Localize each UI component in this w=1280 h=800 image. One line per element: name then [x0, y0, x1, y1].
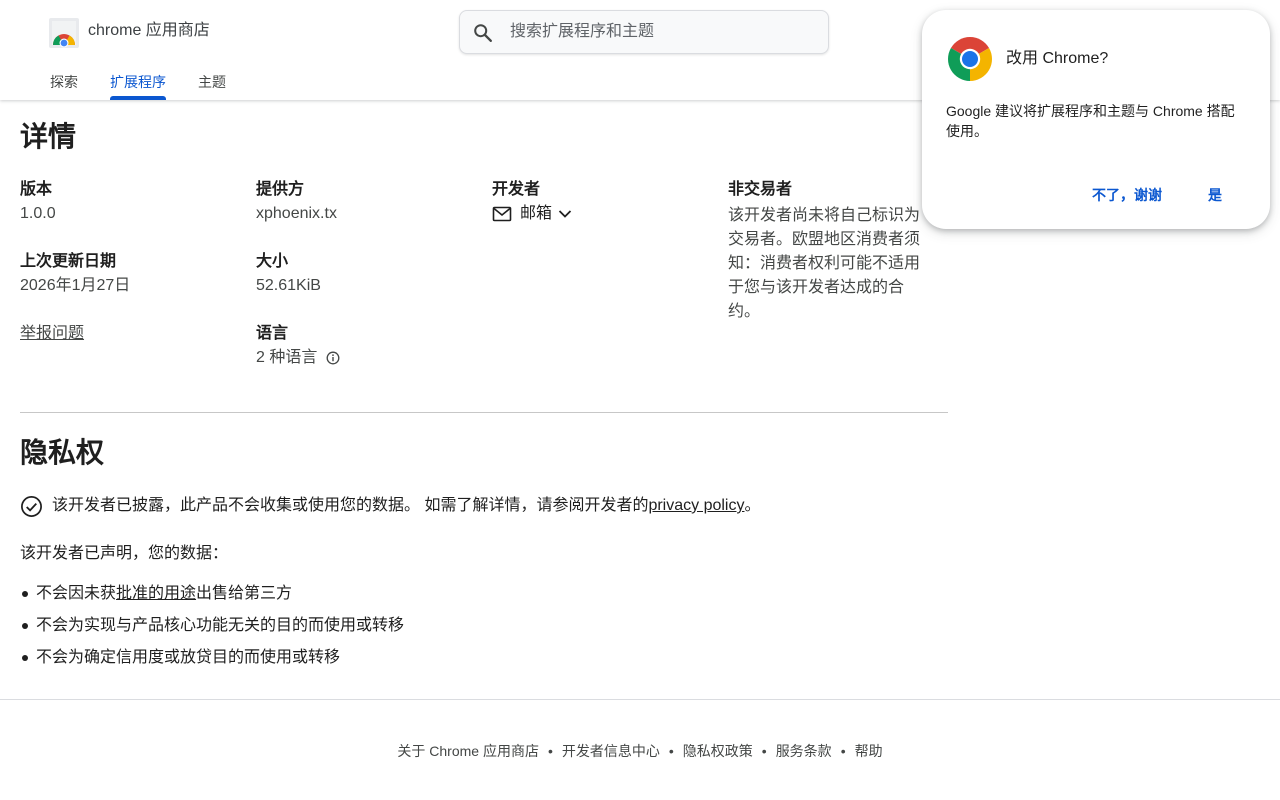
- footer-link-privacy-policy[interactable]: 隐私权政策: [683, 743, 753, 759]
- trader-label: 非交易者: [728, 181, 793, 198]
- details-title: 详情: [20, 121, 77, 152]
- bullet-dot: [22, 655, 28, 661]
- footer-separator: •: [761, 743, 767, 759]
- version-label: 版本: [20, 181, 53, 198]
- search-box[interactable]: [459, 10, 829, 54]
- info-icon[interactable]: [326, 351, 340, 365]
- footer: 关于 Chrome 应用商店 • 开发者信息中心 • 隐私权政策 • 服务条款 • 帮助: [0, 741, 1280, 761]
- dialog-title: 改用 Chrome?: [1006, 50, 1109, 67]
- bullet-text: 不会因未获批准的用途出售给第三方: [36, 582, 292, 606]
- report-issue-link[interactable]: 举报问题: [20, 324, 84, 344]
- section-divider: [20, 412, 948, 413]
- footer-link-terms[interactable]: 服务条款: [776, 743, 832, 759]
- footer-link-help[interactable]: 帮助: [855, 743, 883, 759]
- bullet1-pre: 不会因未获: [36, 585, 117, 602]
- accept-button[interactable]: 是: [1196, 175, 1234, 215]
- trader-notice: 该开发者尚未将自己标识为交易者。欧盟地区消费者须知：消费者权利可能不适用于您与该…: [728, 207, 921, 320]
- chrome-web-store-logo-icon[interactable]: [49, 18, 79, 48]
- developer-label: 开发者: [492, 181, 541, 198]
- footer-divider: [0, 699, 1280, 700]
- provider-value: xphoenix.tx: [256, 205, 337, 222]
- updated-label: 上次更新日期: [20, 253, 117, 270]
- tab-explore[interactable]: 探索: [50, 72, 78, 92]
- privacy-title: 隐私权: [20, 437, 105, 468]
- tab-themes[interactable]: 主题: [198, 72, 226, 92]
- switch-to-chrome-dialog: 改用 Chrome? Google 建议将扩展程序和主题与 Chrome 搭配使…: [922, 10, 1270, 229]
- chrome-logo-icon: [948, 37, 992, 81]
- size-label: 大小: [256, 253, 289, 270]
- provider-label: 提供方: [256, 181, 305, 198]
- privacy-disclosure-end: 。: [744, 497, 761, 514]
- privacy-disclosure-body: 该开发者已披露，此产品不会收集或使用您的数据。 如需了解详情，请参阅开发者的: [52, 497, 649, 514]
- bullet-dot: [22, 623, 28, 629]
- version-value: 1.0.0: [20, 205, 56, 222]
- search-input[interactable]: [510, 11, 810, 53]
- dialog-body: Google 建议将扩展程序和主题与 Chrome 搭配使用。: [946, 103, 1235, 139]
- footer-separator: •: [840, 743, 846, 759]
- bullet-text: 不会为确定信用度或放贷目的而使用或转移: [36, 649, 341, 666]
- check-circle-icon: [21, 496, 42, 517]
- privacy-policy-link[interactable]: privacy policy: [648, 497, 744, 514]
- bullet-dot: [22, 591, 28, 597]
- updated-value: 2026年1月27日: [20, 277, 131, 294]
- footer-link-developer-dashboard[interactable]: 开发者信息中心: [562, 743, 660, 759]
- language-label: 语言: [256, 325, 289, 342]
- bullet-text: 不会为实现与产品核心功能无关的目的而使用或转移: [36, 617, 405, 634]
- developer-email-label: 邮箱: [520, 205, 553, 222]
- store-brand-name[interactable]: chrome 应用商店: [88, 21, 210, 41]
- mail-icon: [492, 206, 512, 222]
- tab-extensions[interactable]: 扩展程序: [110, 72, 166, 100]
- language-value: 2 种语言: [256, 349, 318, 366]
- chevron-down-icon: [558, 210, 572, 218]
- footer-link-about[interactable]: 关于 Chrome 应用商店: [397, 743, 539, 759]
- footer-separator: •: [668, 743, 674, 759]
- language-value-row: 2 种语言: [256, 348, 340, 368]
- bullet1-post: 出售给第三方: [196, 585, 293, 602]
- decline-button[interactable]: 不了，谢谢: [1080, 175, 1174, 215]
- search-icon[interactable]: [472, 22, 494, 44]
- privacy-disclosure-text: 该开发者已披露，此产品不会收集或使用您的数据。 如需了解详情，请参阅开发者的pr…: [52, 496, 761, 516]
- declared-heading: 该开发者已声明，您的数据：: [20, 545, 229, 562]
- footer-separator: •: [547, 743, 553, 759]
- size-value: 52.61KiB: [256, 277, 321, 294]
- approved-uses-link[interactable]: 批准的用途: [116, 585, 196, 602]
